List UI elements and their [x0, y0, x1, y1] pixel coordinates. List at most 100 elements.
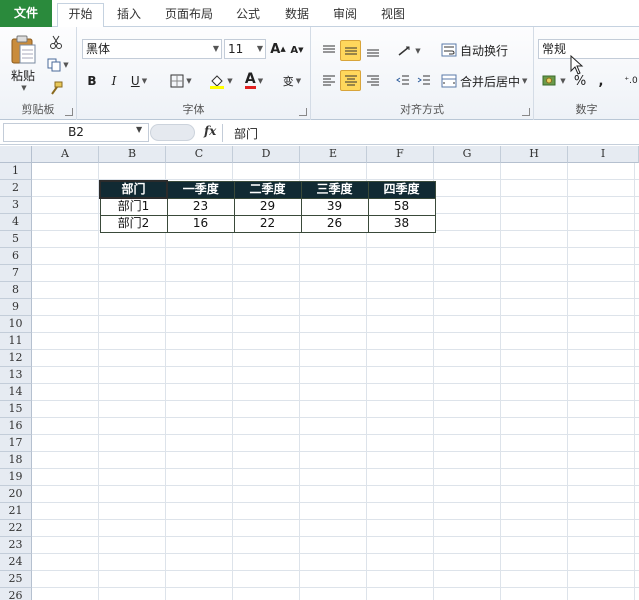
row-header[interactable]: 3 [0, 197, 32, 214]
row-header[interactable]: 19 [0, 469, 32, 486]
row-header[interactable]: 9 [0, 299, 32, 316]
paste-button[interactable]: 粘贴 ▼ [6, 31, 40, 95]
increase-indent-button[interactable] [414, 71, 434, 91]
column-header[interactable]: E [300, 146, 367, 163]
tab-review[interactable]: 审阅 [324, 4, 366, 27]
orientation-button[interactable]: ▼ [393, 41, 425, 61]
column-header[interactable]: B [99, 146, 166, 163]
name-box[interactable]: B2 [3, 123, 149, 142]
shrink-font-button[interactable]: A ▼ [289, 41, 305, 59]
table-cell[interactable]: 16 [166, 214, 235, 233]
row-header[interactable]: 8 [0, 282, 32, 299]
table-cell[interactable]: 38 [367, 214, 436, 233]
column-header[interactable]: G [434, 146, 501, 163]
accounting-format-button[interactable]: ▼ [539, 71, 569, 91]
row-header[interactable]: 5 [0, 231, 32, 248]
header-cell[interactable]: 二季度 [233, 180, 302, 199]
table-cell[interactable]: 部门1 [99, 197, 168, 216]
column-header[interactable]: F [367, 146, 434, 163]
wrap-text-button[interactable]: 自动换行 [441, 39, 521, 61]
table-cell[interactable]: 58 [367, 197, 436, 216]
middle-align-button[interactable] [340, 40, 361, 61]
row-header[interactable]: 2 [0, 180, 32, 197]
borders-button[interactable]: ▼ [165, 71, 197, 91]
table-cell[interactable]: 39 [300, 197, 369, 216]
row-header[interactable]: 1 [0, 163, 32, 180]
align-middle-icon [344, 47, 357, 54]
row-header[interactable]: 15 [0, 401, 32, 418]
row-header[interactable]: 25 [0, 571, 32, 588]
row-header[interactable]: 22 [0, 520, 32, 537]
phonetic-guide-button[interactable]: 变 ▼ [277, 71, 307, 91]
merge-center-button[interactable]: 合并后居中 ▼ [441, 70, 531, 92]
header-cell[interactable]: 部门 [99, 180, 168, 199]
underline-button[interactable]: U ▼ [125, 71, 153, 91]
insert-function-icon[interactable]: fx [204, 124, 216, 138]
table-cell[interactable]: 22 [233, 214, 302, 233]
row-header[interactable]: 18 [0, 452, 32, 469]
dialog-launcher-icon[interactable] [65, 108, 73, 116]
row-header[interactable]: 6 [0, 248, 32, 265]
format-painter-button[interactable] [46, 79, 66, 97]
row-header[interactable]: 11 [0, 333, 32, 350]
decrease-indent-button[interactable] [393, 71, 413, 91]
column-header[interactable]: H [501, 146, 568, 163]
align-right-button[interactable] [363, 71, 383, 91]
tab-data[interactable]: 数据 [276, 4, 318, 27]
row-header[interactable]: 21 [0, 503, 32, 520]
row-header[interactable]: 14 [0, 384, 32, 401]
tab-view[interactable]: 视图 [372, 4, 414, 27]
bold-button[interactable]: B [83, 71, 101, 91]
dialog-launcher-icon[interactable] [522, 108, 530, 116]
column-header[interactable]: C [166, 146, 233, 163]
table-cell[interactable]: 23 [166, 197, 235, 216]
row-header[interactable]: 13 [0, 367, 32, 384]
align-center-button[interactable] [340, 70, 361, 91]
formula-bar-splitter[interactable] [150, 124, 195, 141]
dialog-launcher-icon[interactable] [299, 108, 307, 116]
comma-style-button[interactable]: , [594, 71, 608, 91]
formula-input[interactable]: 部门 [234, 125, 258, 142]
tab-formulas[interactable]: 公式 [227, 4, 269, 27]
row-header[interactable]: 23 [0, 537, 32, 554]
chevron-down-icon: ▼ [560, 77, 566, 85]
header-cell[interactable]: 三季度 [300, 180, 369, 199]
column-header[interactable]: A [32, 146, 99, 163]
select-all-button[interactable] [0, 146, 32, 163]
font-color-button[interactable]: A ▼ [239, 71, 269, 91]
align-left-button[interactable] [319, 71, 339, 91]
header-cell[interactable]: 一季度 [166, 180, 235, 199]
tab-home[interactable]: 开始 [57, 3, 104, 28]
copy-button[interactable]: ▼ [44, 56, 72, 74]
column-header[interactable]: I [568, 146, 639, 163]
row-header[interactable]: 4 [0, 214, 32, 231]
table-cell[interactable]: 26 [300, 214, 369, 233]
table-cell[interactable]: 29 [233, 197, 302, 216]
row-header[interactable]: 20 [0, 486, 32, 503]
row-header[interactable]: 7 [0, 265, 32, 282]
tab-page-layout[interactable]: 页面布局 [158, 4, 220, 27]
header-cell[interactable]: 四季度 [367, 180, 436, 199]
font-size-combo[interactable]: 11 ▼ [224, 39, 266, 59]
cut-button[interactable] [46, 33, 66, 51]
row-header[interactable]: 10 [0, 316, 32, 333]
column-header[interactable]: D [233, 146, 300, 163]
fill-color-button[interactable]: ▼ [205, 71, 237, 91]
tab-insert[interactable]: 插入 [108, 4, 150, 27]
chevron-down-icon[interactable]: ▼ [136, 125, 142, 134]
clipboard-group: 粘贴 ▼ ▼ 剪贴板 [0, 27, 77, 120]
tab-file[interactable]: 文件 [0, 0, 52, 27]
grow-font-button[interactable]: A ▲ [270, 39, 286, 59]
font-name-combo[interactable]: 黑体 ▼ [82, 39, 222, 59]
table-cell[interactable]: 部门2 [99, 214, 168, 233]
italic-button[interactable]: I [105, 71, 123, 91]
bottom-align-button[interactable] [363, 41, 383, 61]
number-format-combo[interactable]: 常规 [538, 39, 639, 59]
increase-decimal-button[interactable]: ⁺.0 [622, 71, 639, 91]
row-header[interactable]: 24 [0, 554, 32, 571]
row-header[interactable]: 16 [0, 418, 32, 435]
row-header[interactable]: 12 [0, 350, 32, 367]
row-header[interactable]: 17 [0, 435, 32, 452]
top-align-button[interactable] [319, 41, 339, 61]
row-header[interactable]: 26 [0, 588, 32, 600]
